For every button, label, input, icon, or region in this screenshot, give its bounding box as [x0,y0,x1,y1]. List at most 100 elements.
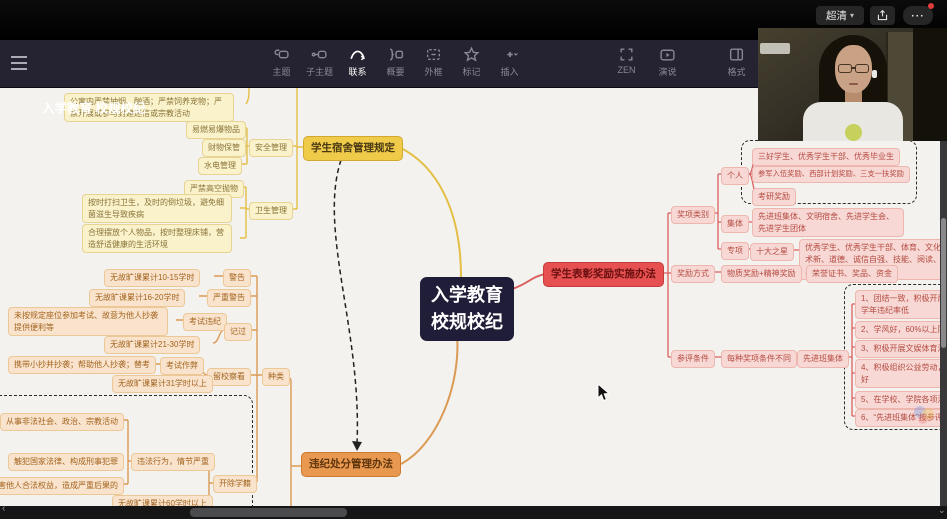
scroll-left-chevron-icon[interactable]: ‹ [2,503,5,514]
yellow-branch-lines [236,88,461,277]
popout-icon [876,9,889,22]
video-quality-label: 超清 [826,8,847,23]
node-ten-stars[interactable]: 十大之星 [750,243,794,261]
scroll-down-chevron-icon[interactable]: ⌄ [938,505,946,516]
node-dorm-rules[interactable]: 学生宿舍管理规定 [303,136,403,161]
video-more-button[interactable]: ··· [903,6,933,25]
relation-icon [349,46,366,63]
topic-icon [273,46,290,63]
node-advanced-groups[interactable]: 先进班集体、文明宿舍、先进学生会、先进学生团体 [752,208,904,237]
toolbar-topic-button[interactable]: 主题 [263,46,300,78]
video-quality-button[interactable]: 超清 ▾ [816,6,864,25]
toolbar-boundary-button[interactable]: 外框 [415,46,452,78]
central-topic[interactable]: 入学教育 校规校纪 [420,277,514,341]
node-special[interactable]: 专项 [721,242,749,260]
node-personal[interactable]: 个人 [721,167,749,185]
horizontal-scrollbar-track[interactable] [0,506,947,519]
node-absent-21-30[interactable]: 无故旷课累计21-30学时 [104,336,200,354]
node-illegal-social[interactable]: 从事非法社会、政治、宗教活动 [0,413,124,431]
node-award-categories[interactable]: 奖项类别 [671,206,715,224]
node-exam-violation-desc[interactable]: 未按规定座位参加考试、故意为他人抄袭提供便利等 [8,307,168,336]
toolbar-subtopic-label: 子主题 [306,65,333,78]
node-demerit[interactable]: 记过 [224,323,252,341]
toolbar-summary-button[interactable]: 概要 [377,46,414,78]
node-cheating[interactable]: 考试作弊 [160,357,204,375]
node-postgrad-award[interactable]: 考研奖励 [752,188,796,206]
node-warning[interactable]: 警告 [223,269,251,287]
node-property[interactable]: 财物保管 [202,139,246,157]
app-window: 入学教育 校规校纪 学生宿舍管理规定 公寓内严禁抽烟、酗酒；严禁饲养宠物；严禁开… [0,0,947,519]
toolbar-topic-label: 主题 [272,65,290,78]
node-award-method[interactable]: 奖励方式 [671,265,715,283]
document-title: 入学教育 校规校纪 [42,98,145,117]
video-popout-button[interactable] [870,6,895,25]
node-criteria-2[interactable]: 2、学风好，60%以上同学 [855,321,947,339]
node-absent-16-20[interactable]: 无故旷课累计16-20学时 [89,289,185,307]
node-hygiene[interactable]: 卫生管理 [249,202,293,220]
marker-star-icon [463,46,480,63]
node-serious-warning[interactable]: 严重警告 [207,289,251,307]
node-criteria-1[interactable]: 1、团结一致，积极开展有学年违纪率低 [855,290,947,319]
toolbar-format-button[interactable]: 格式 [718,46,755,78]
node-cleaning[interactable]: 按时打扫卫生，及时的倒垃圾，避免细菌滋生导致疾病 [82,194,232,223]
node-expulsion[interactable]: 开除学籍 [213,475,257,493]
vertical-scrollbar-thumb[interactable] [941,218,946,348]
mouse-cursor [597,383,610,402]
node-award-rules[interactable]: 学生表彰奖励实施办法 [543,262,664,287]
insert-plus-icon [501,46,518,63]
toolbar-present-label: 演说 [658,65,676,78]
toolbar-zen-label: ZEN [618,65,636,75]
toolbar-format-label: 格式 [727,65,745,78]
chevron-down-icon: ▾ [850,11,854,20]
node-advanced-class[interactable]: 先进班集体 [797,350,849,368]
node-certificates[interactable]: 荣誉证书、奖品、资金 [806,265,898,283]
webcam-video [758,28,947,141]
node-probation[interactable]: 留校察看 [207,368,251,386]
node-types[interactable]: 种类 [262,368,290,386]
notification-dot [928,3,934,9]
toolbar-marker-button[interactable]: 标记 [453,46,490,78]
horizontal-scrollbar-thumb[interactable] [190,508,347,517]
node-absent-10-15[interactable]: 无故旷课累计10-15学时 [104,269,200,287]
node-criteria-4[interactable]: 4、积极组织公益劳动，较好 [855,359,947,388]
glasses-bridge [851,67,856,69]
node-criteria-3[interactable]: 3、积极开展文娱体育活动 [855,340,947,358]
node-material-spirit[interactable]: 物质奖励+精神奖励 [721,265,802,283]
zen-mode-icon [618,46,635,63]
node-cheating-desc[interactable]: 携带小抄并抄袭；帮助他人抄袭；替考 [8,356,156,374]
node-three-good[interactable]: 三好学生、优秀学生干部、优秀毕业生 [752,148,900,166]
toolbar-relation-label: 联系 [348,65,366,78]
node-safety[interactable]: 安全管理 [249,139,293,157]
summary-icon [387,46,404,63]
node-utilities[interactable]: 水电管理 [198,157,242,175]
glasses [838,64,852,73]
subtopic-icon [311,46,328,63]
glasses-right-lens [855,64,869,73]
node-illegal-serious[interactable]: 违法行为，情节严重 [131,453,215,471]
node-exam-violation[interactable]: 考试违纪 [183,313,227,331]
format-panel-icon [728,46,745,63]
hamburger-menu-icon[interactable] [10,55,28,71]
node-collective[interactable]: 集体 [721,215,749,233]
toolbar-insert-button[interactable]: 插入 [491,46,528,78]
toolbar-present-button[interactable]: 演说 [649,46,686,78]
node-flammable[interactable]: 易燃易爆物品 [186,121,246,139]
ac-unit [760,43,790,54]
room-dark-corner [913,28,947,141]
node-absent-31[interactable]: 无故旷课累计31学时以上 [112,375,213,393]
node-harm[interactable]: 侵害他人合法权益，造成严重后果的 [0,477,124,495]
toolbar-relation-button[interactable]: 联系 [339,46,376,78]
node-discipline-rules[interactable]: 违纪处分管理办法 [301,452,401,477]
node-tidy[interactable]: 合理摆放个人物品，按时整理床铺，营造舒适健康的生活环境 [82,224,232,253]
app-watermark [912,404,938,426]
node-military-awards[interactable]: 参军入伍奖励、西部计划奖励、三支一扶奖励 [752,166,910,183]
node-criteria-different[interactable]: 每种奖项条件不同 [721,350,797,368]
toolbar-subtopic-button[interactable]: 子主题 [301,46,338,78]
toolbar-zen-button[interactable]: ZEN [608,46,645,78]
toolbar-boundary-label: 外框 [424,65,442,78]
boundary-icon [425,46,442,63]
node-crime[interactable]: 触犯国家法律、构成刑事犯罪 [8,453,124,471]
node-criteria[interactable]: 参评条件 [671,350,715,368]
shirt-badge [845,124,862,141]
toolbar-summary-label: 概要 [386,65,404,78]
